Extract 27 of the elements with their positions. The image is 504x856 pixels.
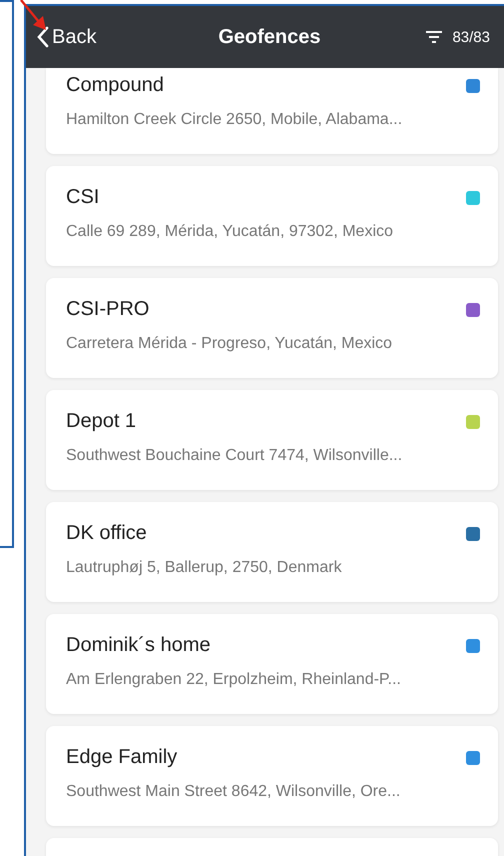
geofence-address: Calle 69 289, Mérida, Yucatán, 97302, Mexico	[66, 223, 394, 241]
filter-button[interactable]: 83/83	[426, 28, 490, 46]
geofence-address: Southwest Bouchaine Court 7474, Wilsonville...	[66, 447, 404, 465]
geofence-card[interactable]: Depot 1 Southwest Bouchaine Court 7474, Wilsonville...	[46, 390, 498, 490]
geofence-address: Lautruphøj 5, Ballerup, 2750, Denmark	[66, 559, 343, 577]
chevron-left-icon	[36, 26, 50, 48]
geofence-name: CSI	[66, 186, 100, 209]
screen-title: Geofences	[217, 26, 322, 48]
geofence-name: Depot 1	[66, 410, 136, 433]
geofence-card[interactable]: Dominik´s home Am Erlengraben 22, Erpolzheim, Rheinland-P...	[46, 614, 498, 714]
geofence-name: DK office	[66, 522, 147, 545]
geofence-card[interactable]: Compound Hamilton Creek Circle 2650, Mobile, Alabama...	[46, 68, 498, 154]
filter-icon	[426, 31, 442, 43]
geofence-address: Hamilton Creek Circle 2650, Mobile, Alabama...	[66, 111, 404, 129]
geofence-address: Southwest Main Street 8642, Wilsonville, Ore...	[66, 783, 402, 801]
geofence-card[interactable]: DK office Lautruphøj 5, Ballerup, 2750, Denmark	[46, 502, 498, 602]
geofence-name: CSI-PRO	[66, 298, 150, 321]
geofence-address: Carretera Mérida - Progreso, Yucatán, Mexico	[66, 335, 394, 353]
pointer-arrow-icon	[20, 0, 46, 30]
geofence-name: Compound	[66, 74, 164, 97]
geofence-card[interactable]: CSI Calle 69 289, Mérida, Yucatán, 97302, Mexico	[46, 166, 498, 266]
geofence-name: Edge Family	[66, 746, 178, 769]
geofence-card[interactable]: CSI-PRO Carretera Mérida - Progreso, Yucatán, Mexico	[46, 278, 498, 378]
geofence-name: Dominik´s home	[66, 634, 210, 657]
back-button[interactable]: Back	[36, 26, 96, 48]
geofence-address: Am Erlengraben 22, Erpolzheim, Rheinland-P...	[66, 671, 402, 689]
geofence-card[interactable]: Edge Family Southwest Main Street 8642, Wilsonville, Ore...	[46, 726, 498, 826]
